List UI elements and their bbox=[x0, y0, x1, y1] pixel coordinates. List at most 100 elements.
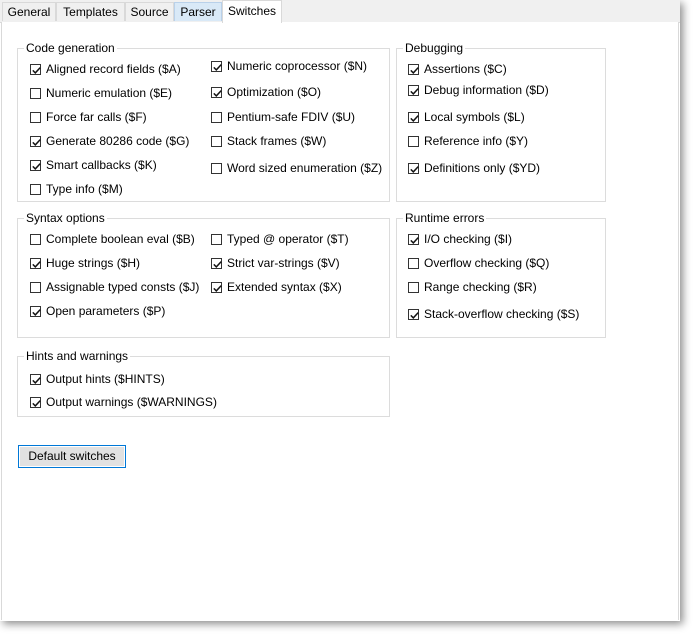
group-title: Hints and warnings bbox=[24, 349, 131, 363]
code-generation-group: Code generation Aligned record fields ($… bbox=[17, 41, 390, 202]
checkbox-unchecked-icon[interactable] bbox=[30, 183, 41, 195]
checkbox-label: Stack frames ($W) bbox=[227, 134, 327, 148]
tab-switches[interactable]: Switches bbox=[222, 0, 282, 23]
checkbox-typed-at-operator[interactable]: Typed @ operator ($T) bbox=[211, 231, 349, 247]
checkbox-definitions-only[interactable]: Definitions only ($YD) bbox=[408, 160, 540, 176]
checkbox-label: Definitions only ($YD) bbox=[424, 161, 541, 175]
checkbox-overflow-checking[interactable]: Overflow checking ($Q) bbox=[408, 255, 549, 271]
checkbox-unchecked-icon[interactable] bbox=[211, 162, 222, 174]
checkbox-label: Output warnings ($WARNINGS) bbox=[46, 395, 217, 409]
checkbox-unchecked-icon[interactable] bbox=[30, 281, 41, 293]
checkbox-numeric-emulation[interactable]: Numeric emulation ($E) bbox=[30, 85, 172, 101]
checkbox-local-symbols[interactable]: Local symbols ($L) bbox=[408, 109, 525, 125]
checkbox-label: Numeric coprocessor ($N) bbox=[227, 59, 368, 73]
runtime-errors-group: Runtime errors I/O checking ($I) Overflo… bbox=[396, 211, 606, 338]
checkbox-checked-icon[interactable] bbox=[211, 60, 222, 72]
default-switches-button[interactable]: Default switches bbox=[18, 445, 126, 468]
tab-source[interactable]: Source bbox=[125, 2, 174, 21]
checkbox-output-warnings[interactable]: Output warnings ($WARNINGS) bbox=[30, 394, 217, 410]
checkbox-label: Strict var-strings ($V) bbox=[227, 256, 340, 270]
checkbox-checked-icon[interactable] bbox=[30, 305, 41, 317]
syntax-options-group: Syntax options Complete boolean eval ($B… bbox=[17, 211, 390, 338]
checkbox-checked-icon[interactable] bbox=[30, 373, 41, 385]
checkbox-unchecked-icon[interactable] bbox=[211, 233, 222, 245]
checkbox-label: Overflow checking ($Q) bbox=[424, 256, 550, 270]
checkbox-label: Aligned record fields ($A) bbox=[46, 62, 181, 76]
checkbox-label: Local symbols ($L) bbox=[424, 110, 525, 124]
checkbox-word-sized-enumeration[interactable]: Word sized enumeration ($Z) bbox=[211, 160, 382, 176]
checkbox-unchecked-icon[interactable] bbox=[408, 257, 419, 269]
checkbox-checked-icon[interactable] bbox=[408, 233, 419, 245]
checkbox-huge-strings[interactable]: Huge strings ($H) bbox=[30, 255, 140, 271]
group-title: Runtime errors bbox=[403, 211, 487, 225]
checkbox-label: Output hints ($HINTS) bbox=[46, 372, 165, 386]
checkbox-stack-overflow-checking[interactable]: Stack-overflow checking ($S) bbox=[408, 306, 579, 322]
checkbox-label: Optimization ($O) bbox=[227, 85, 322, 99]
checkbox-label: Complete boolean eval ($B) bbox=[46, 232, 195, 246]
checkbox-checked-icon[interactable] bbox=[211, 257, 222, 269]
checkbox-io-checking[interactable]: I/O checking ($I) bbox=[408, 231, 512, 247]
checkbox-output-hints[interactable]: Output hints ($HINTS) bbox=[30, 371, 165, 387]
tab-parser[interactable]: Parser bbox=[174, 2, 222, 21]
checkbox-checked-icon[interactable] bbox=[30, 63, 41, 75]
debugging-group: Debugging Assertions ($C) Debug informat… bbox=[396, 41, 606, 202]
checkbox-label: Assertions ($C) bbox=[424, 62, 507, 76]
checkbox-label: Typed @ operator ($T) bbox=[227, 232, 349, 246]
checkbox-label: Range checking ($R) bbox=[424, 280, 537, 294]
checkbox-label: Stack-overflow checking ($S) bbox=[424, 307, 580, 321]
checkbox-numeric-coprocessor[interactable]: Numeric coprocessor ($N) bbox=[211, 58, 367, 74]
checkbox-checked-icon[interactable] bbox=[408, 308, 419, 320]
checkbox-checked-icon[interactable] bbox=[408, 111, 419, 123]
checkbox-stack-frames[interactable]: Stack frames ($W) bbox=[211, 133, 326, 149]
group-title: Code generation bbox=[24, 41, 117, 55]
checkbox-strict-var-strings[interactable]: Strict var-strings ($V) bbox=[211, 255, 340, 271]
checkbox-label: Force far calls ($F) bbox=[46, 110, 147, 124]
checkbox-assignable-typed-consts[interactable]: Assignable typed consts ($J) bbox=[30, 279, 199, 295]
checkbox-type-info[interactable]: Type info ($M) bbox=[30, 181, 123, 197]
checkbox-pentium-safe-fdiv[interactable]: Pentium-safe FDIV ($U) bbox=[211, 109, 355, 125]
checkbox-generate-80286-code[interactable]: Generate 80286 code ($G) bbox=[30, 133, 189, 149]
checkbox-checked-icon[interactable] bbox=[30, 159, 41, 171]
checkbox-label: I/O checking ($I) bbox=[424, 232, 513, 246]
checkbox-checked-icon[interactable] bbox=[30, 396, 41, 408]
checkbox-unchecked-icon[interactable] bbox=[211, 135, 222, 147]
checkbox-label: Open parameters ($P) bbox=[46, 304, 166, 318]
checkbox-open-parameters[interactable]: Open parameters ($P) bbox=[30, 303, 165, 319]
checkbox-unchecked-icon[interactable] bbox=[30, 111, 41, 123]
checkbox-optimization[interactable]: Optimization ($O) bbox=[211, 84, 321, 100]
group-title: Debugging bbox=[403, 41, 466, 55]
tab-general[interactable]: General bbox=[2, 2, 56, 21]
checkbox-debug-information[interactable]: Debug information ($D) bbox=[408, 82, 549, 98]
checkbox-checked-icon[interactable] bbox=[211, 281, 222, 293]
checkbox-checked-icon[interactable] bbox=[408, 162, 419, 174]
checkbox-label: Generate 80286 code ($G) bbox=[46, 134, 190, 148]
checkbox-reference-info[interactable]: Reference info ($Y) bbox=[408, 133, 528, 149]
checkbox-extended-syntax[interactable]: Extended syntax ($X) bbox=[211, 279, 342, 295]
checkbox-unchecked-icon[interactable] bbox=[211, 111, 222, 123]
checkbox-label: Assignable typed consts ($J) bbox=[46, 280, 200, 294]
switches-panel: Code generation Aligned record fields ($… bbox=[1, 22, 679, 620]
checkbox-checked-icon[interactable] bbox=[408, 84, 419, 96]
checkbox-label: Extended syntax ($X) bbox=[227, 280, 342, 294]
checkbox-aligned-record-fields[interactable]: Aligned record fields ($A) bbox=[30, 61, 181, 77]
checkbox-label: Debug information ($D) bbox=[424, 83, 549, 97]
checkbox-unchecked-icon[interactable] bbox=[30, 233, 41, 245]
checkbox-unchecked-icon[interactable] bbox=[408, 281, 419, 293]
checkbox-complete-boolean-eval[interactable]: Complete boolean eval ($B) bbox=[30, 231, 195, 247]
checkbox-label: Smart callbacks ($K) bbox=[46, 158, 157, 172]
checkbox-checked-icon[interactable] bbox=[30, 257, 41, 269]
checkbox-range-checking[interactable]: Range checking ($R) bbox=[408, 279, 537, 295]
checkbox-force-far-calls[interactable]: Force far calls ($F) bbox=[30, 109, 147, 125]
checkbox-assertions[interactable]: Assertions ($C) bbox=[408, 61, 507, 77]
checkbox-smart-callbacks[interactable]: Smart callbacks ($K) bbox=[30, 157, 157, 173]
checkbox-label: Reference info ($Y) bbox=[424, 134, 529, 148]
checkbox-unchecked-icon[interactable] bbox=[30, 87, 41, 99]
checkbox-label: Type info ($M) bbox=[46, 182, 123, 196]
checkbox-unchecked-icon[interactable] bbox=[408, 135, 419, 147]
checkbox-checked-icon[interactable] bbox=[211, 86, 222, 98]
checkbox-label: Numeric emulation ($E) bbox=[46, 86, 173, 100]
checkbox-checked-icon[interactable] bbox=[30, 135, 41, 147]
checkbox-checked-icon[interactable] bbox=[408, 63, 419, 75]
tab-templates[interactable]: Templates bbox=[56, 2, 125, 21]
options-window: General Templates Source Parser Switches… bbox=[0, 0, 680, 621]
